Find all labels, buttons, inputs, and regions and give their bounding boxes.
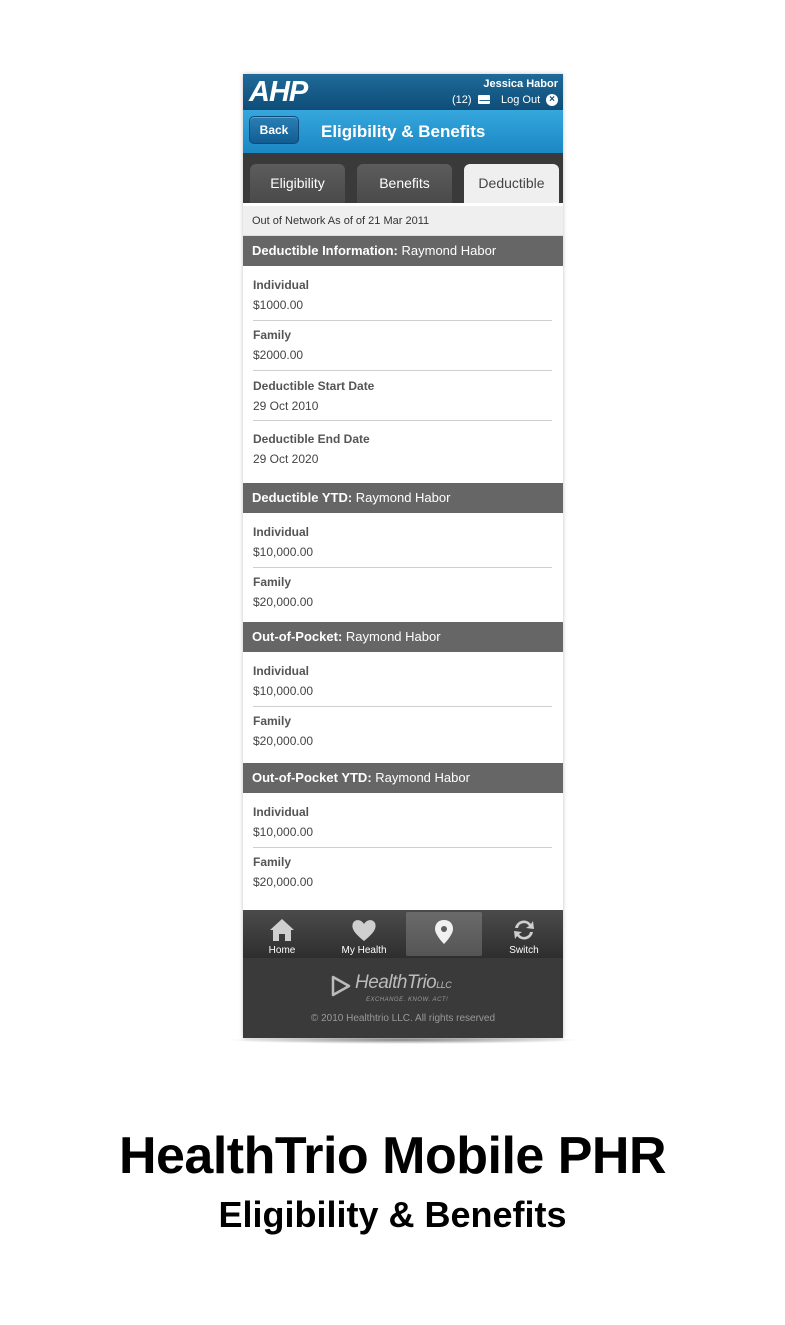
app-header: AHP Jessica Habor (12) Log Out × (243, 74, 563, 110)
home-icon (270, 919, 294, 941)
page-title: Eligibility & Benefits (321, 122, 486, 141)
field-label: Family (253, 855, 292, 869)
divider (253, 420, 552, 421)
field-value: 29 Oct 2010 (253, 399, 319, 413)
field-value: $10,000.00 (253, 545, 314, 559)
section-title: Deductible YTD: (252, 490, 356, 505)
nav-home[interactable]: Home (244, 910, 320, 958)
switch-icon (514, 920, 534, 940)
user-name: Jessica Habor (483, 78, 558, 90)
bottom-nav: Home My Health Switch (243, 910, 563, 958)
caption-subtitle: Eligibility & Benefits (218, 1194, 567, 1235)
close-icon[interactable]: × (546, 94, 558, 106)
nav-switch[interactable]: Switch (486, 910, 562, 958)
field-label: Individual (253, 664, 310, 678)
section-header-out-of-pocket: Out-of-Pocket: Raymond Habor (243, 622, 563, 652)
field-value: $2000.00 (253, 348, 304, 362)
field-value: $20,000.00 (253, 595, 314, 609)
section-member: Raymond Habor (375, 770, 470, 785)
divider (253, 567, 552, 568)
divider (253, 706, 552, 707)
back-button[interactable]: Back (249, 116, 299, 144)
tab-benefits[interactable]: Benefits (357, 164, 452, 203)
nav-label: Switch (509, 945, 539, 956)
section-title: Out-of-Pocket: (252, 629, 346, 644)
divider (253, 320, 552, 321)
section-title: Deductible Information: (252, 243, 402, 258)
as-of-date: Out of Network As of of 21 Mar 2011 (243, 206, 563, 236)
field-value: $10,000.00 (253, 684, 314, 698)
field-label: Individual (253, 278, 310, 292)
section-member: Raymond Habor (355, 490, 451, 505)
section-member: Raymond Habor (345, 629, 441, 644)
field-value: $1000.00 (253, 298, 304, 312)
tab-bar: Eligibility Benefits Deductible (243, 153, 563, 203)
section-member: Raymond Habor (401, 243, 497, 258)
nav-label: My Health (341, 945, 387, 956)
nav-label: Home (268, 945, 296, 956)
footer: HealthTrioLLC EXCHANGE. KNOW. ACT! © 201… (243, 958, 563, 1038)
section-header-out-of-pocket-ytd: Out-of-Pocket YTD: Raymond Habor (243, 763, 563, 793)
divider (253, 847, 552, 848)
field-label: Deductible Start Date (253, 379, 375, 393)
caption-title: HealthTrio Mobile PHR (118, 1127, 667, 1185)
location-pin-icon (435, 920, 453, 944)
section-title: Out-of-Pocket YTD: (252, 770, 376, 785)
section-header-deductible-info: Deductible Information: Raymond Habor (243, 236, 563, 266)
healthtrio-logo: HealthTrioLLC (355, 972, 452, 994)
field-value: 29 Oct 2020 (253, 452, 319, 466)
field-value: $10,000.00 (253, 825, 314, 839)
copyright: © 2010 Healthtrio LLC. All rights reserv… (310, 1013, 496, 1024)
field-label: Family (253, 328, 292, 342)
title-bar: Back Eligibility & Benefits (243, 110, 563, 153)
logo-tagline: EXCHANGE. KNOW. ACT! (366, 997, 449, 1003)
field-label: Family (253, 575, 292, 589)
field-value: $20,000.00 (253, 875, 314, 889)
field-label: Family (253, 714, 292, 728)
phone-screen: AHP Jessica Habor (12) Log Out × Back El… (243, 74, 563, 1038)
field-label: Individual (253, 805, 310, 819)
ahp-logo: AHP (249, 76, 308, 108)
healthtrio-logo-icon (331, 975, 351, 997)
tab-eligibility[interactable]: Eligibility (250, 164, 345, 203)
field-value: $20,000.00 (253, 734, 314, 748)
logo-text: HealthTrio (355, 972, 437, 993)
field-label: Individual (253, 525, 310, 539)
nav-my-health[interactable]: My Health (326, 910, 402, 958)
divider (253, 370, 552, 371)
field-label: Deductible End Date (253, 432, 370, 446)
mail-icon[interactable] (478, 95, 491, 104)
tab-deductible[interactable]: Deductible (464, 164, 559, 203)
heart-icon (352, 920, 376, 941)
section-header-deductible-ytd: Deductible YTD: Raymond Habor (243, 483, 563, 513)
logo-suffix: LLC (436, 980, 452, 990)
nav-locations[interactable] (406, 912, 482, 956)
logout-link[interactable]: Log Out (501, 94, 540, 106)
message-count[interactable]: (12) (452, 94, 472, 106)
